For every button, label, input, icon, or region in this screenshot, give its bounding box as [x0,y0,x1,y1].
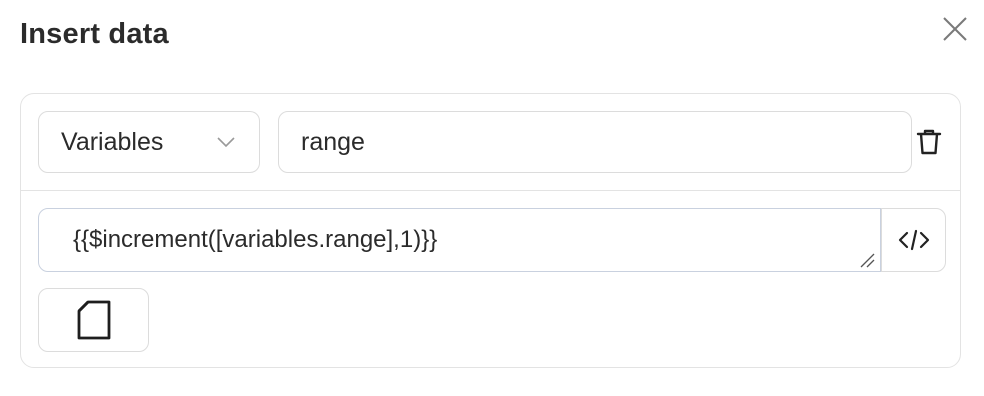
expression-field: {{$increment([variables.range],1)}} [38,208,946,272]
resize-handle-icon[interactable] [859,252,875,268]
chevron-down-icon [217,137,235,148]
type-select[interactable]: Variables [38,111,260,173]
document-icon [77,300,110,340]
close-icon [943,17,967,41]
insert-data-dialog: Insert data Variables {{$increment([vari… [0,0,984,396]
code-editor-button[interactable] [881,208,946,272]
dialog-title: Insert data [20,18,169,50]
delete-row-button[interactable] [914,127,944,157]
variable-name-input[interactable] [278,111,912,173]
expression-input[interactable]: {{$increment([variables.range],1)}} [38,208,881,272]
close-button[interactable] [938,12,972,46]
data-row-panel: Variables {{$increment([variables.range]… [20,93,961,368]
code-icon [898,229,929,251]
type-select-value: Variables [61,127,164,156]
document-button[interactable] [38,288,149,352]
row-divider [21,190,960,191]
trash-icon [916,129,942,155]
